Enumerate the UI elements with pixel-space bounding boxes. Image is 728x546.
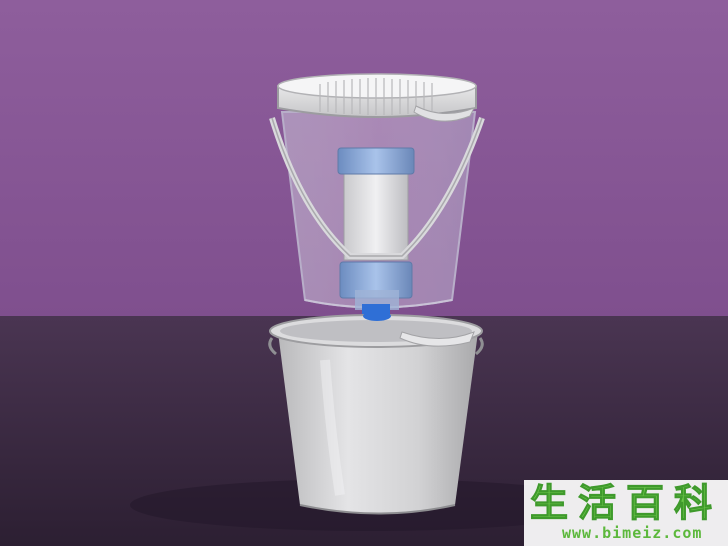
filter-cartridge: [337, 147, 415, 314]
watermark-logo-text: 生活百科: [530, 481, 723, 525]
watermark-url: www.bimeiz.com: [562, 524, 703, 542]
scene-illustration: [0, 0, 728, 546]
watermark: 生活百科 www.bimeiz.com: [524, 480, 728, 546]
filter-band-top: [337, 147, 415, 175]
lower-bucket: [268, 311, 484, 515]
upper-bucket: [269, 73, 485, 314]
